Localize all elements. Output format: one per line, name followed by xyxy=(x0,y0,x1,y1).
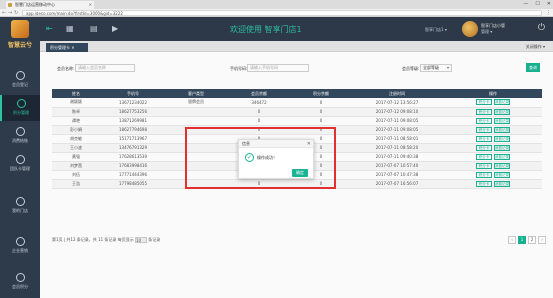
user-icon xyxy=(15,71,25,80)
browser-tab-bar: 智慧门店运营移动中心 ✕ — ☐ ✕ xyxy=(0,0,553,9)
sidebar-item-marketing[interactable]: 企业营销 xyxy=(0,233,40,259)
sidebar-item-label: 团队卡管理 xyxy=(10,166,30,171)
sidebar-item-my-store[interactable]: 我的门店 xyxy=(0,193,40,219)
user-icon xyxy=(15,155,25,164)
user-icon xyxy=(16,99,26,108)
sidebar: 智慧云兮 会员登记 积分管理 消费结账 团队卡管理 我的门店 企业营销 会员积分 xyxy=(0,17,40,298)
user-icon xyxy=(15,273,25,282)
sidebar-item-team-card[interactable]: 团队卡管理 xyxy=(0,151,40,177)
address-bar: ← → ↻ app.ideco.com/main.do?firstId=3000… xyxy=(0,9,553,17)
sidebar-item-points[interactable]: 积分管理 xyxy=(0,95,40,121)
sidebar-item-member-points[interactable]: 会员积分 xyxy=(0,269,40,295)
user-icon xyxy=(15,237,25,246)
sidebar-item-member-register[interactable]: 会员登记 xyxy=(0,67,40,93)
tab-close-icon[interactable]: ✕ xyxy=(89,1,92,9)
dialog-title: 信息 xyxy=(242,141,250,146)
browser-menu-icon[interactable]: ⋮ xyxy=(546,10,551,16)
window-controls: — ☐ ✕ xyxy=(523,0,551,9)
dialog-header: 信息 ✕ xyxy=(239,140,313,148)
check-circle-icon: ✓ xyxy=(245,153,254,162)
logo-icon xyxy=(11,20,29,38)
back-icon[interactable]: ← xyxy=(2,10,6,16)
close-window-icon[interactable]: ✕ xyxy=(547,0,551,9)
sidebar-item-label: 我的门店 xyxy=(12,208,28,213)
reload-icon[interactable]: ↻ xyxy=(14,10,18,16)
dialog-message: 操作成功！ xyxy=(257,155,277,160)
sidebar-item-label: 积分管理 xyxy=(13,110,29,115)
sidebar-item-label: 会员积分 xyxy=(12,284,28,289)
maximize-icon[interactable]: ☐ xyxy=(535,0,539,9)
browser-tab-title: 智慧门店运营移动中心 xyxy=(15,2,55,7)
sidebar-item-label: 消费结账 xyxy=(12,138,28,143)
user-icon xyxy=(15,197,25,206)
browser-tab[interactable]: 智慧门店运营移动中心 ✕ xyxy=(6,1,94,9)
dialog-close-icon[interactable]: ✕ xyxy=(307,140,311,148)
url-field[interactable]: app.ideco.com/main.do?firstId=3000&gid=3… xyxy=(22,10,542,16)
success-dialog: 信息 ✕ ✓ 操作成功！ 确定 xyxy=(238,139,314,179)
minimize-icon[interactable]: — xyxy=(523,0,528,9)
sidebar-item-label: 企业营销 xyxy=(12,248,28,253)
sidebar-item-checkout[interactable]: 消费结账 xyxy=(0,123,40,149)
user-icon xyxy=(15,127,25,136)
ok-button[interactable]: 确定 xyxy=(292,169,308,177)
forward-icon[interactable]: → xyxy=(8,10,12,16)
sidebar-item-label: 会员登记 xyxy=(12,82,28,87)
favicon-icon xyxy=(8,3,12,7)
logo-text: 智慧云兮 xyxy=(7,42,32,49)
